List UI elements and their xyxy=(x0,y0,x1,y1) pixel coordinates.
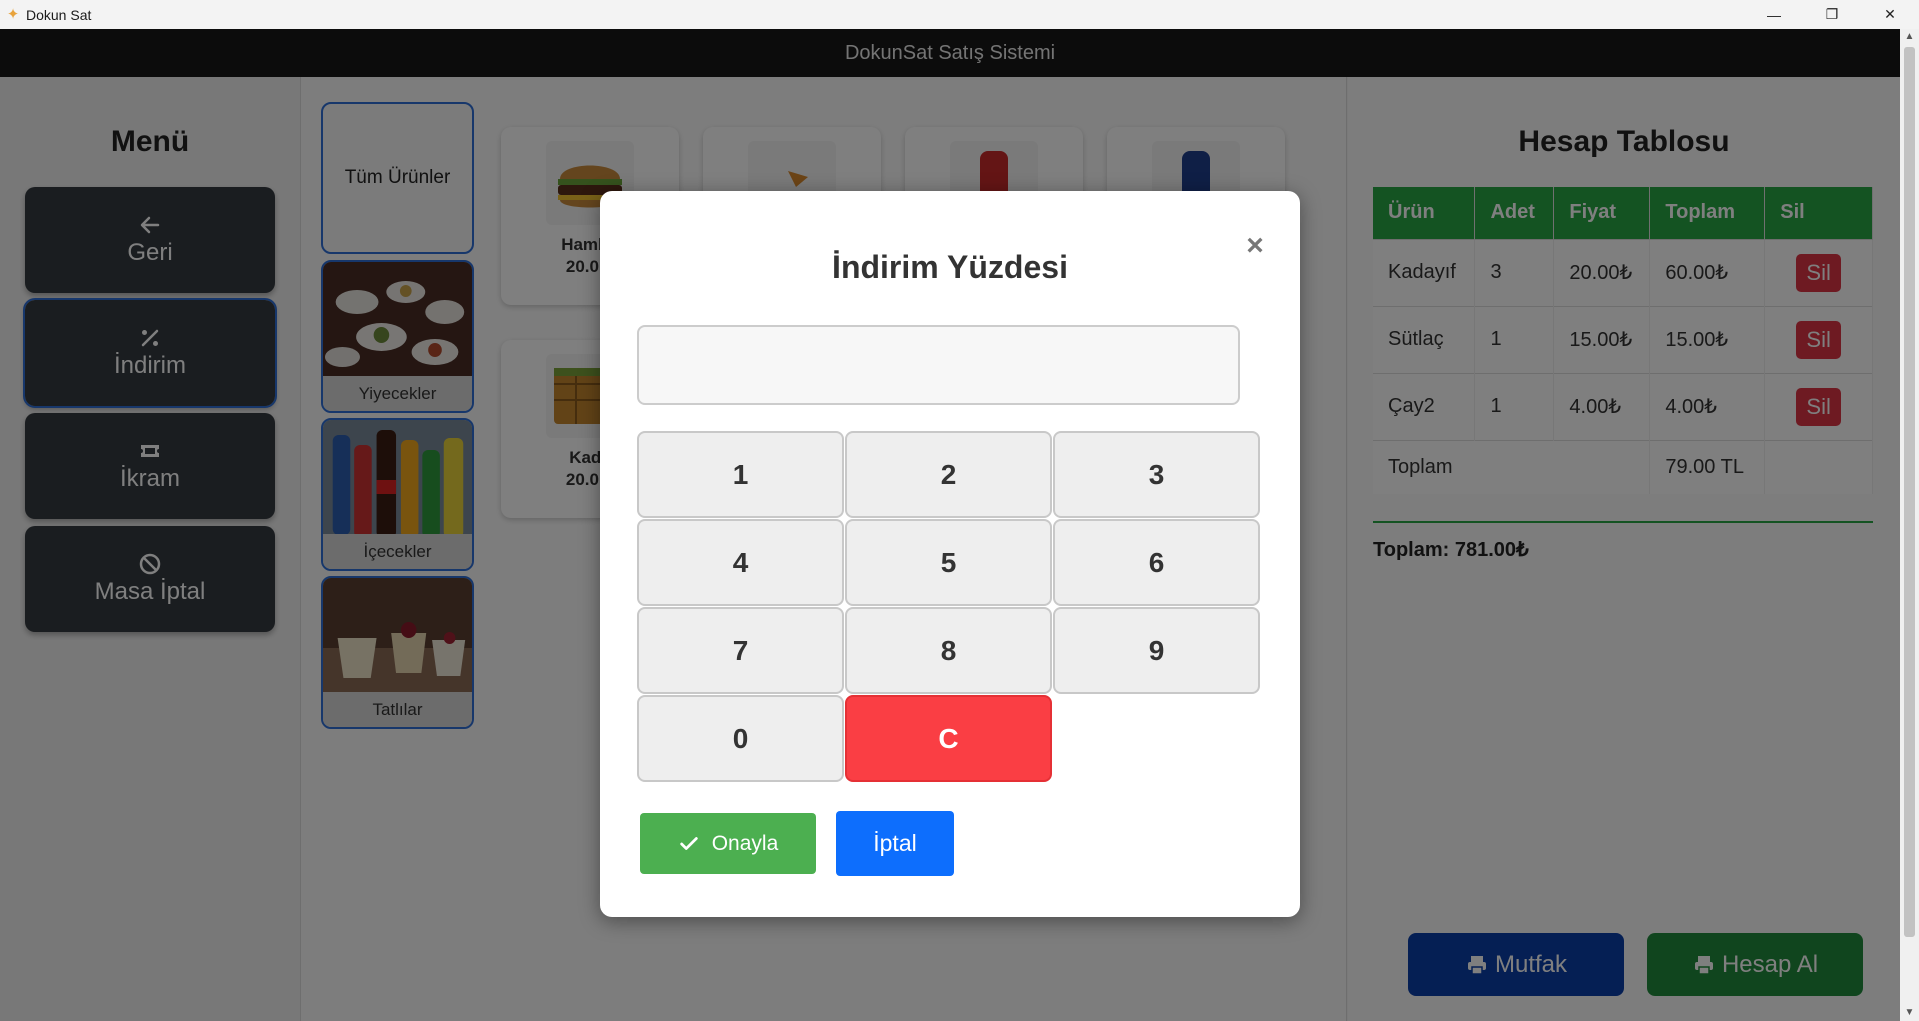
modal-backdrop[interactable]: × İndirim Yüzdesi 1 2 3 4 5 6 7 8 9 0 C … xyxy=(0,29,1900,1021)
key-9[interactable]: 9 xyxy=(1053,607,1260,694)
window-controls: — ❐ ✕ xyxy=(1745,0,1919,29)
minimize-button[interactable]: — xyxy=(1745,0,1803,29)
key-6[interactable]: 6 xyxy=(1053,519,1260,606)
check-icon xyxy=(680,836,698,850)
vertical-scrollbar[interactable]: ▲ ▼ xyxy=(1900,29,1919,1021)
key-1[interactable]: 1 xyxy=(637,431,844,518)
discount-percent-input[interactable] xyxy=(637,325,1240,405)
key-2[interactable]: 2 xyxy=(845,431,1052,518)
key-0[interactable]: 0 xyxy=(637,695,844,782)
window-title: Dokun Sat xyxy=(26,6,92,23)
cancel-label: İptal xyxy=(873,830,917,856)
key-5[interactable]: 5 xyxy=(845,519,1052,606)
restore-button[interactable]: ❐ xyxy=(1803,0,1861,29)
scroll-up-arrow[interactable]: ▲ xyxy=(1900,29,1919,45)
scrollbar-thumb[interactable] xyxy=(1904,47,1915,937)
cancel-button[interactable]: İptal xyxy=(836,811,954,876)
confirm-label: Onayla xyxy=(711,831,779,855)
modal-title: İndirim Yüzdesi xyxy=(832,249,1068,285)
confirm-button[interactable]: Onayla xyxy=(640,813,816,874)
app-logo-icon: ✦ xyxy=(6,5,20,23)
close-window-button[interactable]: ✕ xyxy=(1861,0,1919,29)
key-7[interactable]: 7 xyxy=(637,607,844,694)
discount-modal: × İndirim Yüzdesi 1 2 3 4 5 6 7 8 9 0 C … xyxy=(600,191,1300,917)
window-titlebar: ✦ Dokun Sat — ❐ ✕ xyxy=(0,0,1919,29)
key-3[interactable]: 3 xyxy=(1053,431,1260,518)
scroll-down-arrow[interactable]: ▼ xyxy=(1900,1005,1919,1021)
clear-key[interactable]: C xyxy=(845,695,1052,782)
key-8[interactable]: 8 xyxy=(845,607,1052,694)
key-4[interactable]: 4 xyxy=(637,519,844,606)
